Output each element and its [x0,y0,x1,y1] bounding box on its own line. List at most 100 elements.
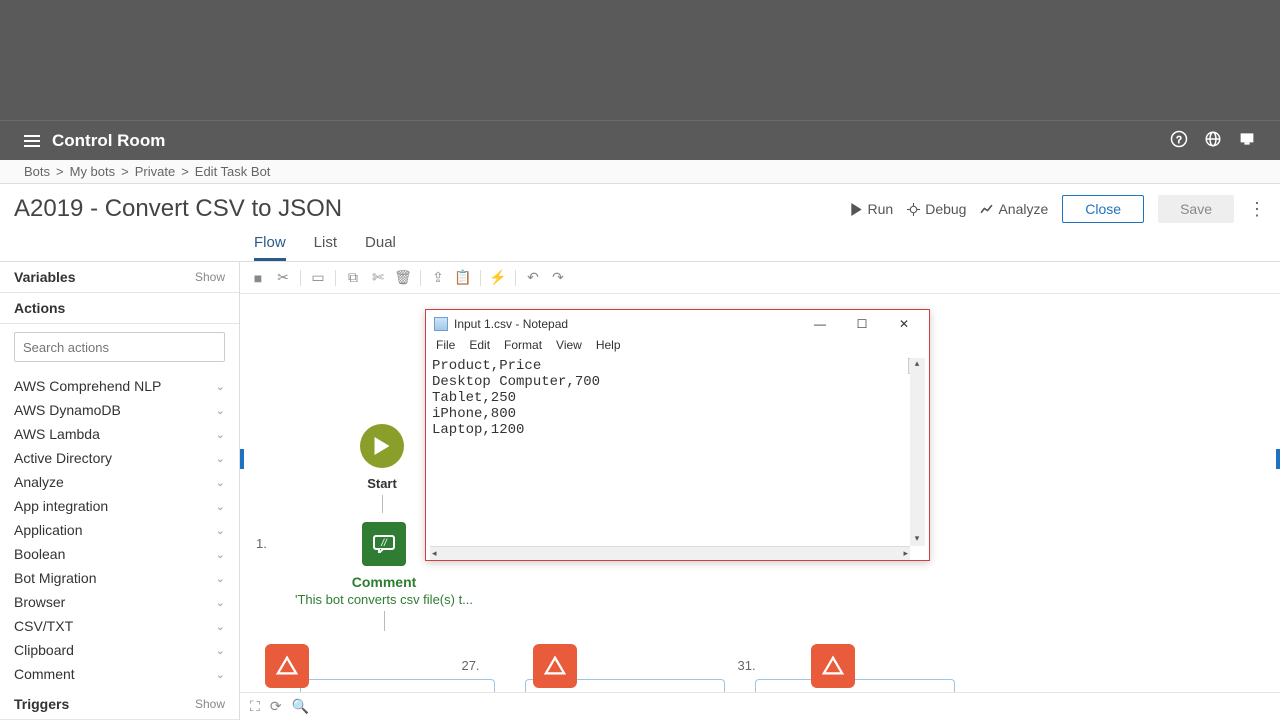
menu-format[interactable]: Format [504,338,542,358]
warning-icon [533,644,577,688]
run-button[interactable]: Run [850,201,894,217]
chevron-down-icon: ⌄ [216,476,225,489]
chevron-down-icon: ⌄ [216,452,225,465]
chevron-down-icon: ⌄ [216,404,225,417]
search-input[interactable] [14,332,225,362]
disable-icon[interactable]: ⚡ [490,270,506,286]
cut-icon[interactable]: ✄ [370,270,386,286]
fullscreen-icon[interactable]: ⛶ [250,698,260,715]
zoom-toolbar: ⛶ ⟳ 🔍 [240,692,1280,720]
breadcrumb: Bots> My bots> Private> Edit Task Bot [0,160,1280,184]
play-icon [360,424,404,468]
action-list[interactable]: AWS Comprehend NLP⌄ AWS DynamoDB⌄ AWS La… [0,370,239,689]
scroll-down-icon[interactable]: ▾ [910,533,924,546]
action-item[interactable]: App integration⌄ [0,494,239,518]
top-banner [0,0,1280,120]
chevron-down-icon: ⌄ [216,548,225,561]
menu-help[interactable]: Help [596,338,621,358]
notepad-menu: File Edit Format View Help [426,338,929,358]
show-triggers[interactable]: Show [195,697,225,711]
chevron-down-icon: ⌄ [216,524,225,537]
triggers-section[interactable]: Triggers Show [0,689,239,720]
fit-icon[interactable]: ⟳ [270,698,282,715]
close-button[interactable]: ✕ [883,312,925,336]
hamburger-icon[interactable] [24,135,40,147]
notepad-window[interactable]: Input 1.csv - Notepad — ☐ ✕ File Edit Fo… [425,309,930,561]
app-header: Control Room ? [0,120,1280,160]
step-number: 31. [738,658,756,673]
show-variables[interactable]: Show [195,270,225,284]
arrows-icon[interactable]: ✂ [275,270,291,286]
action-item[interactable]: Comment⌄ [0,662,239,686]
action-item[interactable]: CSV/TXT⌄ [0,614,239,638]
chevron-down-icon: ⌄ [216,620,225,633]
chevron-down-icon: ⌄ [216,500,225,513]
variables-section[interactable]: Variables Show [0,262,239,293]
horizontal-scrollbar[interactable]: ◂ ▸ [430,546,910,560]
crumb-private[interactable]: Private [135,164,175,179]
delete-icon[interactable]: 🗑 [395,270,411,286]
start-label: Start [360,476,404,491]
undo-icon[interactable]: ↶ [525,270,541,286]
tab-list[interactable]: List [314,234,337,261]
tab-dual[interactable]: Dual [365,234,396,261]
paste-icon[interactable]: 📋 [455,270,471,286]
comment-label: Comment [294,574,474,590]
action-item[interactable]: Bot Migration⌄ [0,566,239,590]
chevron-down-icon: ⌄ [216,380,225,393]
analyze-button[interactable]: Analyze [980,201,1048,217]
monitor-icon[interactable] [1238,130,1256,151]
menu-file[interactable]: File [436,338,455,358]
actions-section: Actions [0,293,239,324]
notepad-textarea[interactable]: Product,Price Desktop Computer,700 Table… [430,358,925,546]
maximize-button[interactable]: ☐ [841,312,883,336]
action-item[interactable]: AWS Comprehend NLP⌄ [0,374,239,398]
zoom-icon[interactable]: 🔍 [292,698,309,715]
notepad-title: Input 1.csv - Notepad [454,317,568,331]
crumb-current: Edit Task Bot [195,164,271,179]
chevron-down-icon: ⌄ [216,644,225,657]
chevron-down-icon: ⌄ [216,572,225,585]
svg-text://: // [380,538,388,549]
step-number: 1. [256,536,267,551]
action-item[interactable]: Application⌄ [0,518,239,542]
comment-icon: // [362,522,406,566]
crumb-mybots[interactable]: My bots [70,164,116,179]
globe-icon[interactable] [1204,130,1222,151]
action-item[interactable]: Analyze⌄ [0,470,239,494]
menu-view[interactable]: View [556,338,582,358]
upload-icon[interactable]: ⇪ [430,270,446,286]
chevron-down-icon: ⌄ [216,668,225,681]
page-title: A2019 - Convert CSV to JSON [14,195,342,223]
panel-handle-right[interactable] [1276,449,1280,469]
more-menu-icon[interactable]: ⋮ [1248,199,1266,220]
record-icon[interactable]: ■ [250,270,266,286]
menu-edit[interactable]: Edit [469,338,490,358]
action-item[interactable]: AWS Lambda⌄ [0,422,239,446]
action-item[interactable]: Clipboard⌄ [0,638,239,662]
select-icon[interactable]: ▭ [310,270,326,286]
panel-handle-left[interactable] [240,449,244,469]
close-button[interactable]: Close [1062,195,1144,223]
redo-icon[interactable]: ↷ [550,270,566,286]
action-item[interactable]: Boolean⌄ [0,542,239,566]
left-sidebar: Variables Show Actions AWS Comprehend NL… [0,262,240,720]
svg-text:?: ? [1176,135,1182,146]
chevron-down-icon: ⌄ [216,596,225,609]
action-item[interactable]: Active Directory⌄ [0,446,239,470]
copy-icon[interactable]: ⧉ [345,270,361,286]
scroll-up-icon[interactable]: ▴ [910,358,924,371]
action-item[interactable]: Browser⌄ [0,590,239,614]
minimize-button[interactable]: — [799,312,841,336]
chevron-down-icon: ⌄ [216,428,225,441]
debug-button[interactable]: Debug [907,201,966,217]
warning-icon [265,644,309,688]
start-node[interactable]: Start [360,424,404,517]
save-button[interactable]: Save [1158,195,1234,223]
action-item[interactable]: AWS DynamoDB⌄ [0,398,239,422]
crumb-bots[interactable]: Bots [24,164,50,179]
tab-flow[interactable]: Flow [254,234,286,261]
title-bar: A2019 - Convert CSV to JSON Run Debug An… [0,184,1280,234]
notepad-titlebar[interactable]: Input 1.csv - Notepad — ☐ ✕ [426,310,929,338]
help-icon[interactable]: ? [1170,130,1188,151]
